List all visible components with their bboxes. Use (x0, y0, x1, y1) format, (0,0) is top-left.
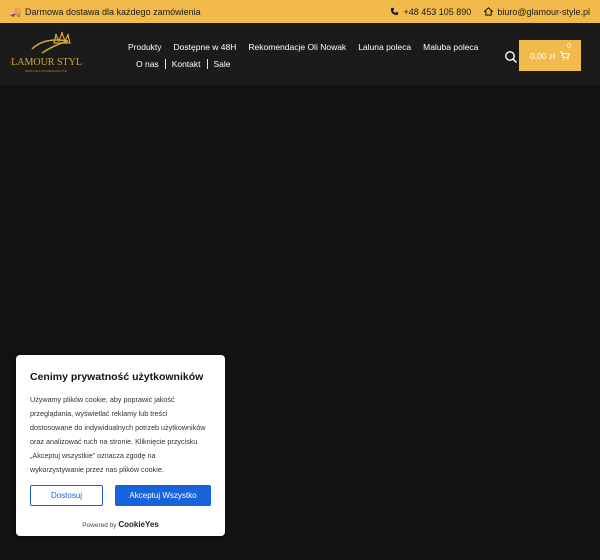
nav-item-maluba[interactable]: Maluba poleca (417, 42, 484, 52)
top-bar: 🚚 Darmowa dostawa dla każdego zamówienia… (0, 0, 600, 23)
site-header: GLAMOUR STYLE MODA DLA WYMAGAJĄCYCH Prod… (0, 23, 600, 85)
truck-icon: 🚚 (10, 6, 22, 17)
logo[interactable]: GLAMOUR STYLE MODA DLA WYMAGAJĄCYCH (4, 31, 88, 79)
email-link[interactable]: biuro@glamour-style.pl (482, 6, 590, 17)
phone-icon (390, 7, 400, 17)
cart-button[interactable]: 0,00 zł 0 (519, 40, 581, 71)
nav-row-2: O nas Kontakt Sale (130, 56, 482, 72)
nav-item-o-nas[interactable]: O nas (130, 59, 165, 69)
logo-crown-icon: GLAMOUR STYLE MODA DLA WYMAGAJĄCYCH (4, 31, 88, 73)
main-nav: Produkty Dostępne w 48H Rekomendacje Oli… (122, 39, 482, 72)
search-icon (505, 51, 518, 64)
logo-text: GLAMOUR STYLE (10, 57, 82, 68)
cookie-title: Cenimy prywatność użytkowników (30, 371, 204, 383)
email-text: biuro@glamour-style.pl (497, 6, 590, 17)
cart-count-badge: 0 (567, 43, 571, 50)
shipping-info: 🚚 Darmowa dostawa dla każdego zamówienia (10, 7, 201, 17)
cookie-description: Używamy plików cookie, aby poprawić jako… (30, 395, 206, 474)
logo-tagline: MODA DLA WYMAGAJĄCYCH (25, 69, 67, 73)
customize-button[interactable]: Dostosuj (30, 485, 103, 506)
nav-item-dostepne-48h[interactable]: Dostępne w 48H (168, 42, 243, 52)
cookie-button-row: Dostosuj Akceptuj Wszystko (30, 485, 211, 506)
powered-by: Powered by CookieYes (16, 520, 225, 529)
search-button[interactable] (503, 49, 519, 65)
nav-item-produkty[interactable]: Produkty (122, 42, 168, 52)
cart-total: 0,00 zł (529, 50, 556, 61)
cart-icon (559, 51, 570, 60)
cookie-consent-banner: Cenimy prywatność użytkowników Używamy p… (16, 355, 225, 536)
nav-item-rekomendacje[interactable]: Rekomendacje Oli Nowak (242, 42, 352, 52)
home-icon (482, 6, 494, 17)
nav-row-1: Produkty Dostępne w 48H Rekomendacje Oli… (122, 39, 482, 55)
phone-link[interactable]: +48 453 105 890 (390, 6, 472, 17)
nav-item-kontakt[interactable]: Kontakt (166, 59, 207, 69)
cookieyes-logo: CookieYes (118, 520, 159, 529)
nav-item-sale[interactable]: Sale (208, 59, 237, 69)
phone-text: +48 453 105 890 (403, 6, 472, 17)
shipping-text: Darmowa dostawa dla każdego zamówienia (25, 6, 201, 17)
powered-by-label: Powered by (82, 522, 117, 529)
nav-item-laluna[interactable]: Laluna poleca (352, 42, 417, 52)
accept-all-button[interactable]: Akceptuj Wszystko (115, 485, 211, 506)
